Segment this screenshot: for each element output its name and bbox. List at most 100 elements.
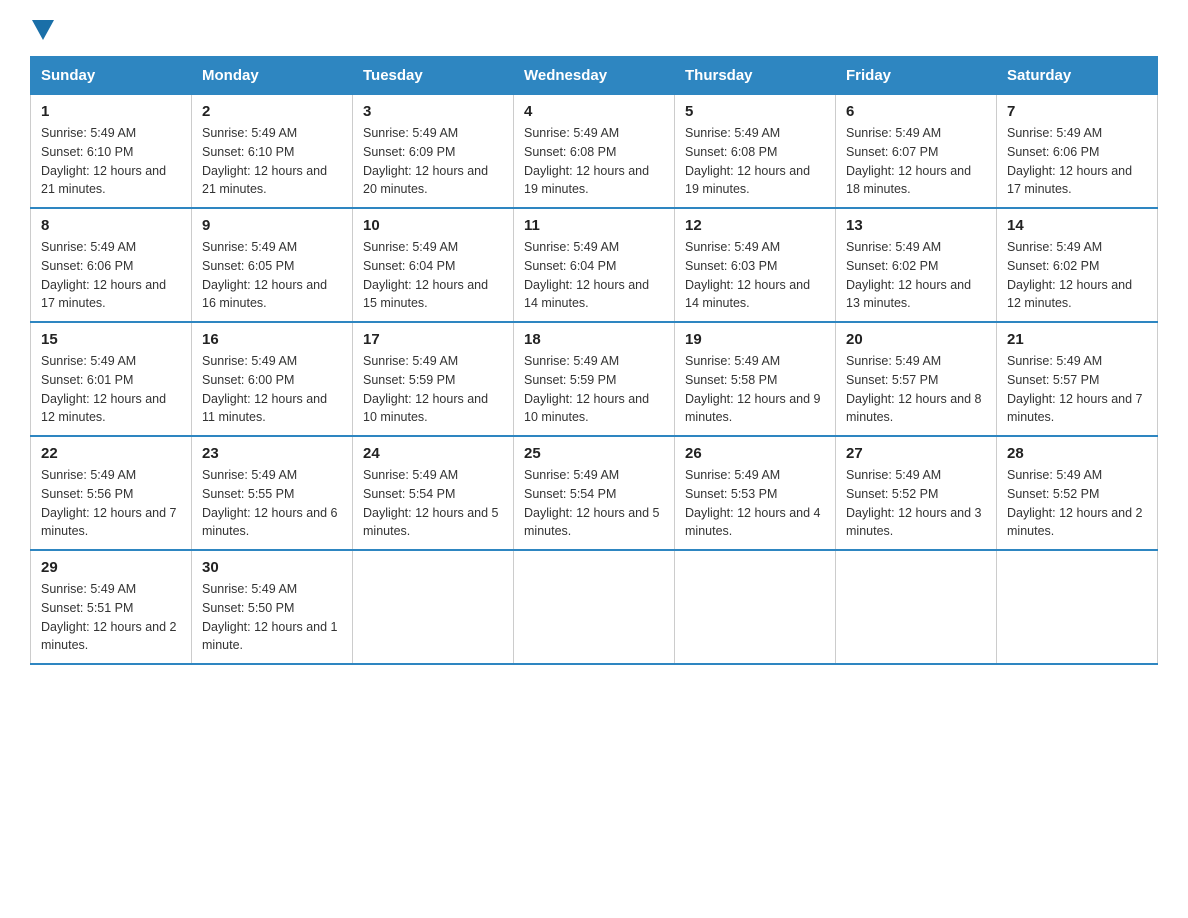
day-number: 11 bbox=[524, 217, 664, 234]
day-info: Sunrise: 5:49 AMSunset: 6:08 PMDaylight:… bbox=[685, 124, 825, 199]
day-number: 30 bbox=[202, 559, 342, 576]
day-number: 27 bbox=[846, 445, 986, 462]
day-info: Sunrise: 5:49 AMSunset: 6:06 PMDaylight:… bbox=[41, 238, 181, 313]
day-info: Sunrise: 5:49 AMSunset: 6:02 PMDaylight:… bbox=[846, 238, 986, 313]
day-number: 18 bbox=[524, 331, 664, 348]
day-number: 26 bbox=[685, 445, 825, 462]
day-number: 9 bbox=[202, 217, 342, 234]
day-number: 15 bbox=[41, 331, 181, 348]
calendar-week-row: 15 Sunrise: 5:49 AMSunset: 6:01 PMDayligh… bbox=[31, 322, 1158, 436]
day-info: Sunrise: 5:49 AMSunset: 5:57 PMDaylight:… bbox=[846, 352, 986, 427]
calendar-cell bbox=[997, 550, 1158, 664]
calendar-cell: 6 Sunrise: 5:49 AMSunset: 6:07 PMDaylight… bbox=[836, 95, 997, 209]
logo bbox=[30, 20, 54, 36]
day-number: 3 bbox=[363, 103, 503, 120]
day-info: Sunrise: 5:49 AMSunset: 5:59 PMDaylight:… bbox=[524, 352, 664, 427]
day-info: Sunrise: 5:49 AMSunset: 6:05 PMDaylight:… bbox=[202, 238, 342, 313]
page-header bbox=[30, 20, 1158, 36]
day-info: Sunrise: 5:49 AMSunset: 6:06 PMDaylight:… bbox=[1007, 124, 1147, 199]
day-number: 22 bbox=[41, 445, 181, 462]
calendar-week-row: 29 Sunrise: 5:49 AMSunset: 5:51 PMDayligh… bbox=[31, 550, 1158, 664]
calendar-cell: 1 Sunrise: 5:49 AMSunset: 6:10 PMDaylight… bbox=[31, 95, 192, 209]
calendar-cell: 4 Sunrise: 5:49 AMSunset: 6:08 PMDaylight… bbox=[514, 95, 675, 209]
day-number: 19 bbox=[685, 331, 825, 348]
day-number: 29 bbox=[41, 559, 181, 576]
calendar-cell: 30 Sunrise: 5:49 AMSunset: 5:50 PMDayligh… bbox=[192, 550, 353, 664]
day-info: Sunrise: 5:49 AMSunset: 5:57 PMDaylight:… bbox=[1007, 352, 1147, 427]
calendar-week-row: 8 Sunrise: 5:49 AMSunset: 6:06 PMDaylight… bbox=[31, 208, 1158, 322]
day-info: Sunrise: 5:49 AMSunset: 6:10 PMDaylight:… bbox=[41, 124, 181, 199]
day-info: Sunrise: 5:49 AMSunset: 5:56 PMDaylight:… bbox=[41, 466, 181, 541]
calendar-cell bbox=[514, 550, 675, 664]
day-number: 5 bbox=[685, 103, 825, 120]
day-info: Sunrise: 5:49 AMSunset: 5:52 PMDaylight:… bbox=[846, 466, 986, 541]
day-info: Sunrise: 5:49 AMSunset: 6:10 PMDaylight:… bbox=[202, 124, 342, 199]
weekday-header-sunday: Sunday bbox=[31, 57, 192, 95]
calendar-cell: 17Sunrise: 5:49 AMSunset: 5:59 PMDayligh… bbox=[353, 322, 514, 436]
day-number: 7 bbox=[1007, 103, 1147, 120]
calendar-cell: 29 Sunrise: 5:49 AMSunset: 5:51 PMDayligh… bbox=[31, 550, 192, 664]
day-number: 17 bbox=[363, 331, 503, 348]
day-info: Sunrise: 5:49 AMSunset: 5:53 PMDaylight:… bbox=[685, 466, 825, 541]
day-info: Sunrise: 5:49 AMSunset: 6:02 PMDaylight:… bbox=[1007, 238, 1147, 313]
weekday-header-wednesday: Wednesday bbox=[514, 57, 675, 95]
day-number: 8 bbox=[41, 217, 181, 234]
calendar-cell: 21Sunrise: 5:49 AMSunset: 5:57 PMDayligh… bbox=[997, 322, 1158, 436]
calendar-cell: 22 Sunrise: 5:49 AMSunset: 5:56 PMDayligh… bbox=[31, 436, 192, 550]
day-number: 4 bbox=[524, 103, 664, 120]
day-number: 6 bbox=[846, 103, 986, 120]
calendar-cell bbox=[836, 550, 997, 664]
day-number: 14 bbox=[1007, 217, 1147, 234]
day-info: Sunrise: 5:49 AMSunset: 5:50 PMDaylight:… bbox=[202, 580, 342, 655]
calendar-cell: 9 Sunrise: 5:49 AMSunset: 6:05 PMDaylight… bbox=[192, 208, 353, 322]
calendar-cell: 3Sunrise: 5:49 AMSunset: 6:09 PMDaylight… bbox=[353, 95, 514, 209]
day-info: Sunrise: 5:49 AMSunset: 6:01 PMDaylight:… bbox=[41, 352, 181, 427]
calendar-cell: 12Sunrise: 5:49 AMSunset: 6:03 PMDayligh… bbox=[675, 208, 836, 322]
day-info: Sunrise: 5:49 AMSunset: 5:58 PMDaylight:… bbox=[685, 352, 825, 427]
weekday-header-monday: Monday bbox=[192, 57, 353, 95]
calendar-cell: 11 Sunrise: 5:49 AMSunset: 6:04 PMDayligh… bbox=[514, 208, 675, 322]
day-info: Sunrise: 5:49 AMSunset: 6:07 PMDaylight:… bbox=[846, 124, 986, 199]
calendar-cell: 15 Sunrise: 5:49 AMSunset: 6:01 PMDayligh… bbox=[31, 322, 192, 436]
calendar-cell: 16 Sunrise: 5:49 AMSunset: 6:00 PMDayligh… bbox=[192, 322, 353, 436]
calendar-cell: 14 Sunrise: 5:49 AMSunset: 6:02 PMDayligh… bbox=[997, 208, 1158, 322]
weekday-header-friday: Friday bbox=[836, 57, 997, 95]
weekday-header-thursday: Thursday bbox=[675, 57, 836, 95]
calendar-cell: 28 Sunrise: 5:49 AMSunset: 5:52 PMDayligh… bbox=[997, 436, 1158, 550]
day-number: 13 bbox=[846, 217, 986, 234]
calendar-cell: 23 Sunrise: 5:49 AMSunset: 5:55 PMDayligh… bbox=[192, 436, 353, 550]
calendar-week-row: 1 Sunrise: 5:49 AMSunset: 6:10 PMDaylight… bbox=[31, 95, 1158, 209]
logo-triangle-icon bbox=[32, 20, 54, 40]
day-number: 1 bbox=[41, 103, 181, 120]
weekday-header-saturday: Saturday bbox=[997, 57, 1158, 95]
day-info: Sunrise: 5:49 AMSunset: 6:08 PMDaylight:… bbox=[524, 124, 664, 199]
calendar-cell: 26 Sunrise: 5:49 AMSunset: 5:53 PMDayligh… bbox=[675, 436, 836, 550]
calendar-cell: 25 Sunrise: 5:49 AMSunset: 5:54 PMDayligh… bbox=[514, 436, 675, 550]
day-info: Sunrise: 5:49 AMSunset: 6:03 PMDaylight:… bbox=[685, 238, 825, 313]
calendar-cell bbox=[353, 550, 514, 664]
calendar-cell: 10Sunrise: 5:49 AMSunset: 6:04 PMDayligh… bbox=[353, 208, 514, 322]
calendar-cell: 27 Sunrise: 5:49 AMSunset: 5:52 PMDayligh… bbox=[836, 436, 997, 550]
day-info: Sunrise: 5:49 AMSunset: 6:00 PMDaylight:… bbox=[202, 352, 342, 427]
day-number: 20 bbox=[846, 331, 986, 348]
calendar-cell: 18 Sunrise: 5:49 AMSunset: 5:59 PMDayligh… bbox=[514, 322, 675, 436]
day-info: Sunrise: 5:49 AMSunset: 5:52 PMDaylight:… bbox=[1007, 466, 1147, 541]
day-info: Sunrise: 5:49 AMSunset: 5:54 PMDaylight:… bbox=[524, 466, 664, 541]
calendar-cell: 19 Sunrise: 5:49 AMSunset: 5:58 PMDayligh… bbox=[675, 322, 836, 436]
calendar-cell: 2Sunrise: 5:49 AMSunset: 6:10 PMDaylight… bbox=[192, 95, 353, 209]
calendar-cell bbox=[675, 550, 836, 664]
day-info: Sunrise: 5:49 AMSunset: 6:04 PMDaylight:… bbox=[524, 238, 664, 313]
day-number: 25 bbox=[524, 445, 664, 462]
day-number: 24 bbox=[363, 445, 503, 462]
day-number: 16 bbox=[202, 331, 342, 348]
day-info: Sunrise: 5:49 AMSunset: 5:55 PMDaylight:… bbox=[202, 466, 342, 541]
day-info: Sunrise: 5:49 AMSunset: 5:51 PMDaylight:… bbox=[41, 580, 181, 655]
day-number: 28 bbox=[1007, 445, 1147, 462]
calendar-table: SundayMondayTuesdayWednesdayThursdayFrid… bbox=[30, 56, 1158, 665]
calendar-cell: 13 Sunrise: 5:49 AMSunset: 6:02 PMDayligh… bbox=[836, 208, 997, 322]
weekday-header-tuesday: Tuesday bbox=[353, 57, 514, 95]
day-number: 23 bbox=[202, 445, 342, 462]
day-info: Sunrise: 5:49 AMSunset: 6:04 PMDaylight:… bbox=[363, 238, 503, 313]
calendar-week-row: 22 Sunrise: 5:49 AMSunset: 5:56 PMDayligh… bbox=[31, 436, 1158, 550]
weekday-header-row: SundayMondayTuesdayWednesdayThursdayFrid… bbox=[31, 57, 1158, 95]
